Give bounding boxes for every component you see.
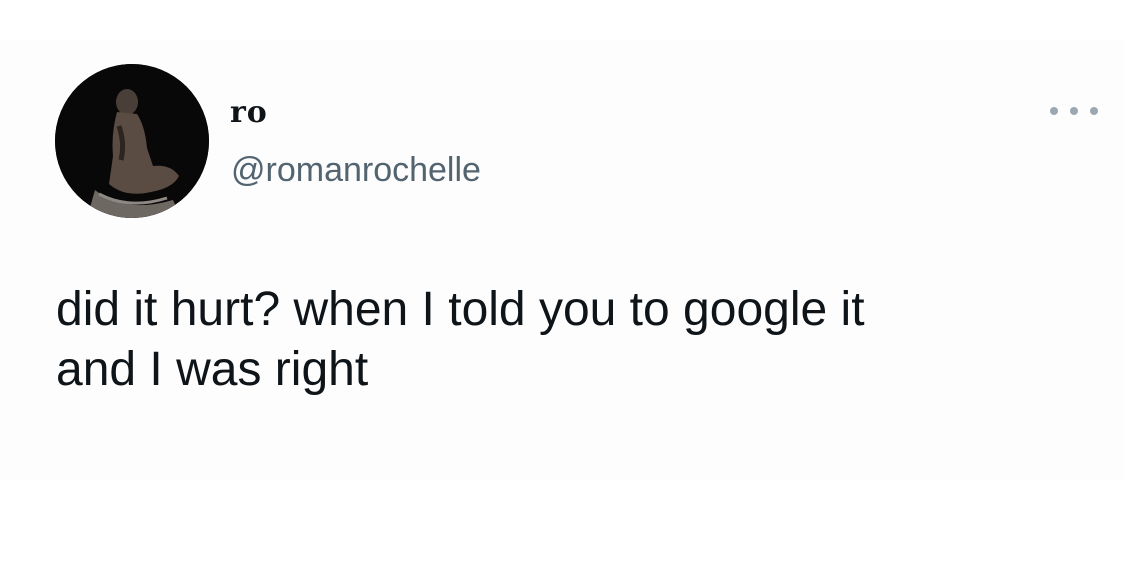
more-horizontal-icon-dot: [1070, 107, 1078, 115]
avatar-image: [55, 64, 209, 218]
more-options-button[interactable]: [1050, 103, 1098, 119]
more-horizontal-icon: [1050, 107, 1058, 115]
tweet-text-line-1: did it hurt? when I told you to google i…: [56, 283, 865, 336]
tweet-text-line-2: and I was right: [56, 343, 369, 396]
more-horizontal-icon-dot: [1090, 107, 1098, 115]
avatar[interactable]: [55, 64, 209, 218]
user-handle[interactable]: @romanrochelle: [231, 150, 481, 191]
tweet-card: ro @romanrochelle did it hurt? when I to…: [0, 40, 1124, 480]
display-name[interactable]: ro: [230, 98, 268, 128]
tweet-text: did it hurt? when I told you to google i…: [56, 280, 1096, 400]
